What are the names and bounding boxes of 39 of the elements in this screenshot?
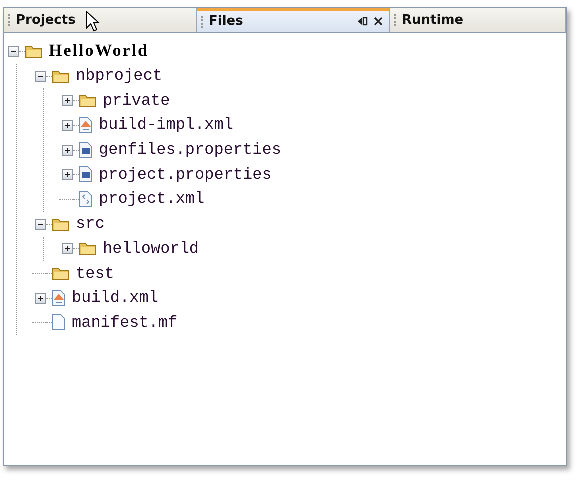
expand-icon[interactable]: [62, 169, 73, 180]
folder-icon: [52, 216, 70, 232]
expand-icon[interactable]: [35, 292, 46, 304]
tab[interactable]: Files: [197, 8, 390, 32]
project-name[interactable]: HelloWorld: [49, 41, 149, 62]
tree-item[interactable]: helloworld: [103, 240, 200, 258]
tree-item[interactable]: test: [76, 264, 114, 283]
expand-icon[interactable]: [62, 243, 73, 254]
collapse-icon[interactable]: [8, 46, 19, 57]
tree-item[interactable]: nbproject: [76, 67, 162, 86]
folder-icon: [52, 68, 70, 84]
tab[interactable]: Projects: [4, 8, 197, 32]
folder-icon: [52, 266, 70, 282]
tree-item[interactable]: manifest.mf: [72, 314, 178, 332]
expand-icon[interactable]: [62, 95, 73, 106]
tree-item[interactable]: private: [103, 92, 170, 110]
minimize-icon[interactable]: [358, 17, 368, 26]
document-icon: [79, 190, 93, 208]
collapse-icon[interactable]: [35, 70, 46, 82]
tree-item[interactable]: genfiles.properties: [99, 141, 282, 160]
tree-item[interactable]: project.properties: [99, 166, 272, 184]
expand-icon[interactable]: [62, 144, 73, 156]
document-icon: [79, 142, 93, 159]
tab[interactable]: Runtime: [390, 8, 566, 32]
folder-icon: [79, 241, 97, 256]
tree-item[interactable]: build-impl.xml: [99, 116, 234, 134]
expand-icon[interactable]: [62, 120, 73, 131]
document-icon: [79, 166, 93, 184]
tree-item[interactable]: src: [76, 215, 105, 234]
collapse-icon[interactable]: [35, 218, 46, 230]
folder-icon: [25, 44, 43, 59]
document-icon: [79, 116, 93, 134]
folder-icon: [79, 93, 97, 108]
document-icon: [52, 314, 66, 332]
tree-item[interactable]: build.xml: [72, 289, 158, 308]
document-icon: [52, 290, 66, 307]
tree-item[interactable]: project.xml: [99, 190, 205, 208]
mouse-pointer-icon: [86, 11, 100, 33]
close-icon[interactable]: [374, 17, 383, 26]
